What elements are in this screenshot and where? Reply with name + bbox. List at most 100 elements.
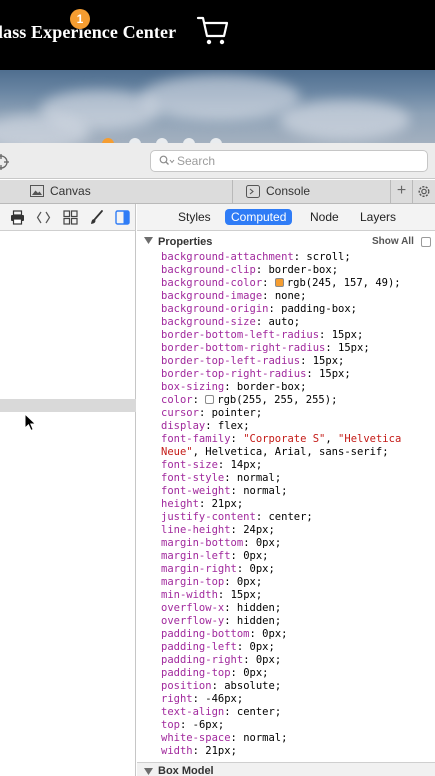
property-name: margin-top — [161, 576, 225, 588]
property-value: 21px — [205, 745, 231, 757]
computed-property-row[interactable]: border-bottom-right-radius: 15px; — [161, 342, 431, 355]
property-value: 15px — [230, 589, 256, 601]
computed-property-row[interactable]: height: 21px; — [161, 498, 431, 511]
computed-property-row[interactable]: border-top-right-radius: 15px; — [161, 368, 431, 381]
computed-property-row[interactable]: padding-bottom: 0px; — [161, 628, 431, 641]
dom-toolbar — [0, 204, 136, 231]
property-name: width — [161, 745, 193, 757]
property-name: margin-left — [161, 550, 231, 562]
computed-property-row[interactable]: top: -6px; — [161, 719, 431, 732]
computed-property-row[interactable]: font-family: "Corporate S", "Helvetica N… — [161, 433, 431, 459]
tab-canvas[interactable]: Canvas — [0, 180, 233, 203]
property-name: background-attachment — [161, 251, 294, 263]
property-name: overflow-x — [161, 602, 225, 614]
brush-icon[interactable] — [89, 210, 104, 225]
color-swatch[interactable] — [205, 395, 215, 404]
property-value: 0px — [249, 563, 269, 575]
property-value: normal — [236, 472, 275, 484]
computed-property-row[interactable]: min-width: 15px; — [161, 589, 431, 602]
computed-property-row[interactable]: border-top-left-radius: 15px; — [161, 355, 431, 368]
property-name: justify-content — [161, 511, 256, 523]
show-all-checkbox[interactable] — [421, 237, 431, 247]
property-value: center — [268, 511, 307, 523]
gear-icon[interactable] — [412, 180, 435, 203]
computed-property-row[interactable]: line-height: 24px; — [161, 524, 431, 537]
computed-property-row[interactable]: margin-right: 0px; — [161, 563, 431, 576]
tab-node[interactable]: Node — [304, 209, 345, 225]
computed-property-row[interactable]: background-clip: border-box; — [161, 264, 431, 277]
computed-property-row[interactable]: display: flex; — [161, 420, 431, 433]
property-value: rgb(255, 255, 255) — [217, 394, 332, 406]
tab-layers[interactable]: Layers — [354, 209, 402, 225]
color-swatch[interactable] — [274, 278, 284, 287]
property-name: box-sizing — [161, 381, 225, 393]
code-brackets-icon[interactable] — [36, 210, 51, 225]
add-tab-button[interactable]: + — [390, 180, 412, 203]
tab-styles[interactable]: Styles — [172, 209, 217, 225]
disclosure-triangle-icon[interactable] — [144, 768, 153, 776]
computed-property-row[interactable]: font-size: 14px; — [161, 459, 431, 472]
computed-property-row[interactable]: overflow-x: hidden; — [161, 602, 431, 615]
computed-property-row[interactable]: color: rgb(255, 255, 255); — [161, 394, 431, 407]
property-name: font-size — [161, 459, 218, 471]
dom-tree-panel[interactable] — [0, 231, 136, 776]
tab-console[interactable]: Console — [233, 180, 390, 203]
toggle-sidebar-icon[interactable] — [115, 210, 130, 225]
property-name: background-color — [161, 277, 263, 289]
property-name: position — [161, 680, 212, 692]
computed-property-row[interactable]: width: 21px; — [161, 745, 431, 758]
property-name: padding-left — [161, 641, 237, 653]
search-input[interactable] — [177, 153, 417, 169]
computed-property-row[interactable]: right: -46px; — [161, 693, 431, 706]
property-name: height — [161, 498, 199, 510]
computed-property-row[interactable]: padding-top: 0px; — [161, 667, 431, 680]
property-name: border-bottom-right-radius — [161, 342, 326, 354]
computed-property-row[interactable]: margin-left: 0px; — [161, 550, 431, 563]
box-model-title: Box Model — [158, 765, 214, 776]
property-name: border-top-right-radius — [161, 368, 307, 380]
property-value: rgb(245, 157, 49) — [286, 277, 395, 289]
computed-property-row[interactable]: justify-content: center; — [161, 511, 431, 524]
property-value-part: , Helvetica, Arial, sans-serif — [192, 446, 383, 458]
computed-property-row[interactable]: box-sizing: border-box; — [161, 381, 431, 394]
computed-property-row[interactable]: cursor: pointer; — [161, 407, 431, 420]
site-title[interactable]: lass Experience Center — [0, 22, 176, 43]
print-icon[interactable] — [10, 210, 25, 225]
computed-property-row[interactable]: font-style: normal; — [161, 472, 431, 485]
inspector-toolbar — [0, 143, 435, 179]
computed-property-row[interactable]: overflow-y: hidden; — [161, 615, 431, 628]
properties-header[interactable]: Properties Show All — [137, 231, 435, 251]
computed-property-row[interactable]: font-weight: normal; — [161, 485, 431, 498]
computed-property-row[interactable]: position: absolute; — [161, 680, 431, 693]
crosshair-icon[interactable] — [0, 153, 10, 171]
property-name: font-family — [161, 433, 231, 445]
property-value: center — [236, 706, 275, 718]
computed-property-row[interactable]: white-space: normal; — [161, 732, 431, 745]
computed-property-row[interactable]: margin-bottom: 0px; — [161, 537, 431, 550]
computed-property-row[interactable]: background-image: none; — [161, 290, 431, 303]
computed-property-row[interactable]: padding-right: 0px; — [161, 654, 431, 667]
layout-grid-icon[interactable] — [63, 210, 78, 225]
computed-property-row[interactable]: background-attachment: scroll; — [161, 251, 431, 264]
properties-section: Properties Show All background-attachmen… — [137, 231, 435, 762]
search-box[interactable] — [150, 150, 428, 172]
property-value: -6px — [192, 719, 218, 731]
computed-property-row[interactable]: background-origin: padding-box; — [161, 303, 431, 316]
property-value: hidden — [236, 602, 275, 614]
shopping-cart-icon[interactable] — [196, 13, 230, 47]
computed-property-row[interactable]: border-bottom-left-radius: 15px; — [161, 329, 431, 342]
property-value: absolute — [224, 680, 275, 692]
dom-selected-row[interactable] — [0, 399, 136, 412]
property-name: cursor — [161, 407, 199, 419]
computed-property-row[interactable]: padding-left: 0px; — [161, 641, 431, 654]
computed-property-row[interactable]: text-align: center; — [161, 706, 431, 719]
property-name: right — [161, 693, 193, 705]
property-name: color — [161, 394, 193, 406]
tab-computed[interactable]: Computed — [225, 209, 293, 225]
box-model-section[interactable]: Box Model — [137, 762, 435, 776]
site-header: lass Experience Center 1 — [0, 0, 435, 70]
computed-property-row[interactable]: background-size: auto; — [161, 316, 431, 329]
disclosure-triangle-icon[interactable] — [144, 237, 153, 245]
computed-property-row[interactable]: margin-top: 0px; — [161, 576, 431, 589]
computed-property-row[interactable]: background-color: rgb(245, 157, 49); — [161, 277, 431, 290]
